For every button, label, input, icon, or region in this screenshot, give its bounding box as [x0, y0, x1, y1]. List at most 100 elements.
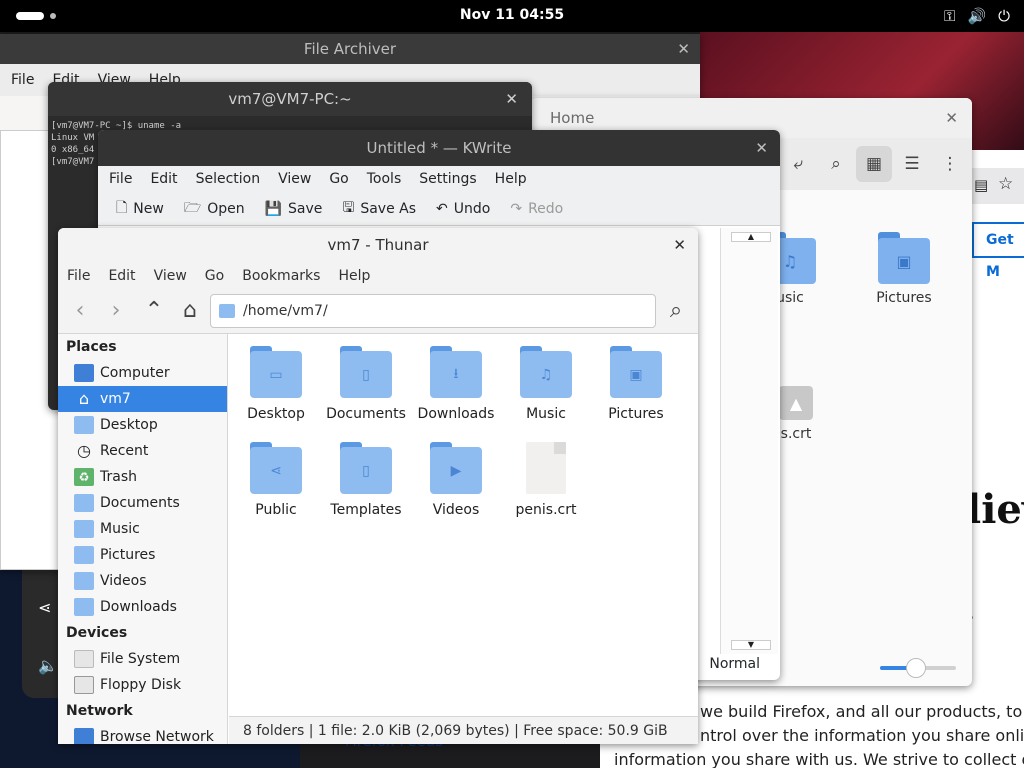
- new-button[interactable]: 🗋 New: [106, 197, 174, 221]
- open-button[interactable]: 🗁 Open: [174, 197, 255, 221]
- file-label: Downloads: [417, 406, 495, 422]
- save-as-icon: 🖫: [342, 199, 355, 216]
- save-as-button[interactable]: 🖫 Save As: [332, 197, 426, 221]
- sidebar-item-trash[interactable]: ♻ Trash: [58, 464, 227, 490]
- system-tray[interactable]: ⚿ 🔊 ⏻: [944, 7, 1010, 25]
- menu-edit[interactable]: Edit: [141, 166, 186, 192]
- list-view-icon[interactable]: ☰: [894, 146, 930, 182]
- sidebar-item-vm7[interactable]: ⌂ vm7: [58, 386, 227, 412]
- menu-go[interactable]: Go: [196, 262, 233, 290]
- menu-edit[interactable]: Edit: [99, 262, 144, 290]
- back-icon[interactable]: ‹: [66, 298, 94, 323]
- sidebar-label: Trash: [100, 469, 137, 485]
- button-label: Redo: [528, 200, 564, 217]
- save-button[interactable]: 💾 Save: [255, 201, 333, 217]
- volume-icon[interactable]: 🔊: [967, 7, 986, 25]
- menu-file[interactable]: File: [2, 64, 43, 96]
- navigation-bar: ‹ › ⌃ ⌂ /home/vm7/ ⌕: [58, 290, 698, 334]
- scroll-up-icon[interactable]: ▲: [731, 232, 771, 242]
- menu-file[interactable]: File: [58, 262, 99, 290]
- button-label: Undo: [453, 200, 491, 217]
- sidebar-item-documents[interactable]: Documents: [58, 490, 227, 516]
- redo-icon: ↷: [510, 200, 523, 217]
- bookmark-star-icon[interactable]: ☆: [998, 174, 1013, 194]
- input-mode[interactable]: Normal: [709, 656, 760, 672]
- file-item-public[interactable]: ⋖ Public: [231, 442, 321, 518]
- redo-button[interactable]: ↷ Redo: [500, 201, 573, 217]
- menu-help[interactable]: Help: [329, 262, 379, 290]
- link-icon[interactable]: ⤶: [780, 146, 816, 182]
- clock[interactable]: Nov 11 04:55: [0, 7, 1024, 23]
- close-icon[interactable]: ✕: [505, 82, 518, 116]
- scroll-down-icon[interactable]: ▼: [731, 640, 771, 650]
- up-icon[interactable]: ⌃: [140, 298, 168, 323]
- forward-icon[interactable]: ›: [102, 298, 130, 323]
- grid-view-icon[interactable]: ▦: [856, 146, 892, 182]
- window-titlebar[interactable]: Untitled * — KWrite ✕: [98, 130, 780, 166]
- file-item-pictures[interactable]: ▣ Pictures: [591, 346, 681, 422]
- zoom-slider-handle[interactable]: [906, 658, 926, 678]
- close-icon[interactable]: ✕: [677, 34, 690, 64]
- speaker-icon[interactable]: 🔈: [38, 656, 58, 675]
- menu-view[interactable]: View: [269, 166, 320, 192]
- network-icon[interactable]: ⚿: [944, 7, 955, 25]
- sidebar-item-floppy-disk[interactable]: Floppy Disk: [58, 672, 227, 698]
- menu-file[interactable]: File: [100, 166, 141, 192]
- share-icon[interactable]: ⋖: [38, 598, 51, 617]
- menu-help[interactable]: Help: [486, 166, 536, 192]
- menu-go[interactable]: Go: [320, 166, 357, 192]
- sidebar-item-pictures[interactable]: Pictures: [58, 542, 227, 568]
- view-options-icon[interactable]: ⋮: [932, 146, 968, 182]
- menu-selection[interactable]: Selection: [187, 166, 270, 192]
- sidebar-item-browse-network[interactable]: Browse Network: [58, 724, 227, 744]
- menu-bookmarks[interactable]: Bookmarks: [233, 262, 329, 290]
- location-bar[interactable]: /home/vm7/: [210, 294, 656, 328]
- close-icon[interactable]: ✕: [673, 228, 686, 262]
- sidebar-item-computer[interactable]: Computer: [58, 360, 227, 386]
- button-label: Open: [207, 200, 245, 217]
- menu-settings[interactable]: Settings: [410, 166, 485, 192]
- reader-view-icon[interactable]: ▤: [974, 176, 988, 194]
- menu-view[interactable]: View: [145, 262, 196, 290]
- sidebar-item-desktop[interactable]: Desktop: [58, 412, 227, 438]
- window-titlebar[interactable]: vm7 - Thunar ✕: [58, 228, 698, 262]
- file-item-templates[interactable]: ▯ Templates: [321, 442, 411, 518]
- clock-icon: ◷: [77, 441, 91, 460]
- close-icon[interactable]: ✕: [755, 130, 768, 166]
- window-titlebar[interactable]: vm7@VM7-PC:~ ✕: [48, 82, 532, 116]
- file-item-downloads[interactable]: ⭳ Downloads: [411, 346, 501, 422]
- undo-button[interactable]: ↶ Undo: [426, 201, 500, 217]
- sidebar-item-music[interactable]: Music: [58, 516, 227, 542]
- sidebar-item-file-system[interactable]: File System: [58, 646, 227, 672]
- close-icon[interactable]: ✕: [945, 98, 958, 138]
- new-document-icon: 🗋: [116, 199, 128, 216]
- file-item-crt[interactable]: penis.crt: [501, 442, 591, 518]
- zoom-slider[interactable]: [880, 658, 956, 678]
- get-button[interactable]: Get M: [972, 222, 1024, 280]
- sidebar-item-videos[interactable]: Videos: [58, 568, 227, 594]
- undo-icon: ↶: [436, 200, 448, 217]
- search-icon[interactable]: ⌕: [818, 146, 854, 182]
- window-titlebar[interactable]: File Archiver ✕: [0, 34, 700, 64]
- search-icon[interactable]: ⌕: [662, 298, 690, 323]
- file-view[interactable]: ▭ Desktop ▯ Documents ⭳ Downloads ♫ Music ▣ P…: [229, 334, 698, 714]
- file-label: Public: [255, 502, 297, 518]
- folder-icon: ▭: [250, 346, 302, 398]
- file-item-videos[interactable]: ▶ Videos: [411, 442, 501, 518]
- scrollbar[interactable]: ▲ ▼: [720, 228, 778, 654]
- home-icon[interactable]: ⌂: [176, 298, 204, 323]
- folder-item[interactable]: ▣ Pictures: [864, 232, 944, 306]
- button-label: New: [133, 200, 164, 217]
- power-icon[interactable]: ⏻: [998, 7, 1010, 25]
- file-item-music[interactable]: ♫ Music: [501, 346, 591, 422]
- pictures-folder-icon: [74, 546, 94, 564]
- sidebar-label: Floppy Disk: [100, 677, 182, 693]
- menu-tools[interactable]: Tools: [358, 166, 411, 192]
- sidebar-item-recent[interactable]: ◷ Recent: [58, 438, 227, 464]
- toolbar: 🗋 New 🗁 Open 💾 Save 🖫 Save As ↶ Undo ↷ Redo: [98, 192, 780, 226]
- file-item-desktop[interactable]: ▭ Desktop: [231, 346, 321, 422]
- folder-icon: ⋖: [250, 442, 302, 494]
- file-item-documents[interactable]: ▯ Documents: [321, 346, 411, 422]
- sidebar-label: Browse Network: [100, 729, 214, 744]
- sidebar-item-downloads[interactable]: Downloads: [58, 594, 227, 620]
